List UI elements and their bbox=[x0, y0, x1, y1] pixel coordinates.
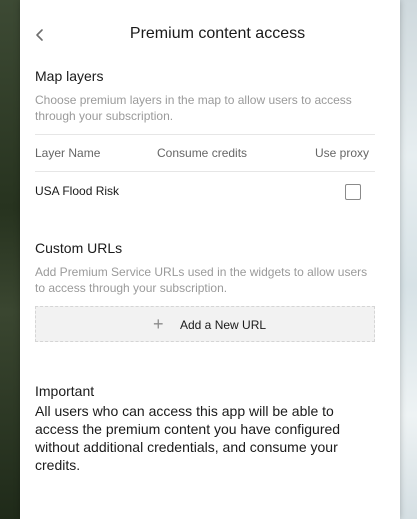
page-title: Premium content access bbox=[129, 25, 306, 42]
divider bbox=[35, 171, 375, 172]
back-button[interactable] bbox=[30, 24, 50, 46]
column-header-layer-name: Layer Name bbox=[35, 146, 101, 160]
column-header-use-proxy: Use proxy bbox=[315, 146, 370, 160]
important-heading: Important bbox=[35, 383, 95, 399]
use-proxy-checkbox[interactable] bbox=[345, 184, 361, 200]
map-layers-description: Choose premium layers in the map to allo… bbox=[35, 93, 352, 123]
plus-icon: + bbox=[153, 314, 164, 334]
column-header-consume-credits: Consume credits bbox=[157, 146, 248, 160]
background-map-left bbox=[0, 0, 20, 519]
custom-urls-heading: Custom URLs bbox=[35, 240, 123, 256]
layer-row-name: USA Flood Risk bbox=[35, 184, 120, 198]
chevron-left-icon bbox=[36, 29, 43, 41]
custom-urls-description: Add Premium Service URLs used in the wid… bbox=[35, 265, 368, 295]
premium-content-panel: Premium content access Map layers Choose… bbox=[20, 0, 400, 519]
divider bbox=[35, 134, 375, 135]
add-new-url-label: Add a New URL bbox=[180, 318, 267, 332]
important-message: All users who can access this app will b… bbox=[35, 403, 341, 473]
map-layers-heading: Map layers bbox=[35, 68, 104, 84]
add-new-url-button[interactable]: + Add a New URL bbox=[35, 306, 375, 342]
panel-header: Premium content access bbox=[20, 0, 400, 68]
background-map-right bbox=[400, 0, 417, 519]
